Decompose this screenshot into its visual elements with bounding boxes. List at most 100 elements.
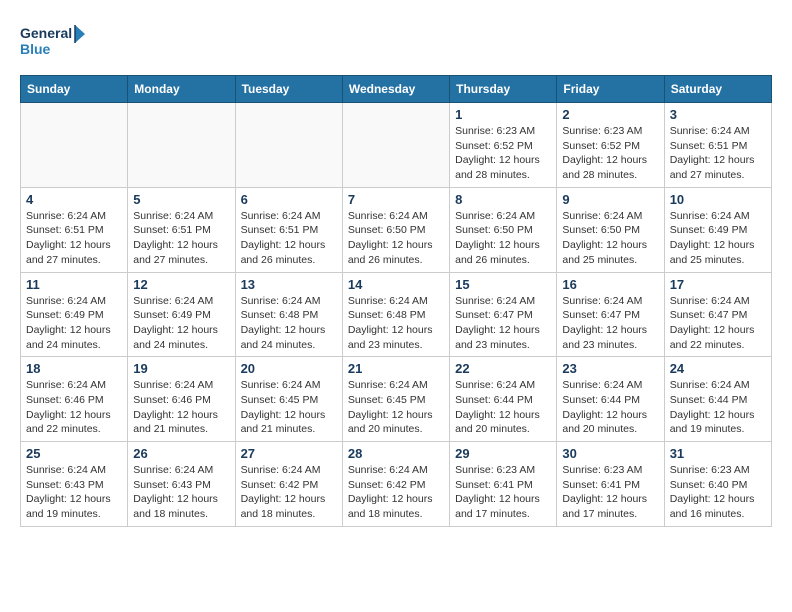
day-number: 23 bbox=[562, 361, 658, 376]
day-info: Sunrise: 6:24 AM Sunset: 6:44 PM Dayligh… bbox=[562, 378, 658, 437]
day-info: Sunrise: 6:23 AM Sunset: 6:41 PM Dayligh… bbox=[455, 463, 551, 522]
day-info: Sunrise: 6:23 AM Sunset: 6:41 PM Dayligh… bbox=[562, 463, 658, 522]
day-number: 21 bbox=[348, 361, 444, 376]
calendar-cell: 16Sunrise: 6:24 AM Sunset: 6:47 PM Dayli… bbox=[557, 272, 664, 357]
week-row-2: 4 Sunrise: 6:24 AM Sunset: 6:51 PM Daylig… bbox=[21, 187, 772, 272]
day-number: 9 bbox=[562, 192, 658, 207]
day-number: 8 bbox=[455, 192, 551, 207]
calendar-cell: 28 Sunrise: 6:24 AM Sunset: 6:42 PM Dayli… bbox=[342, 442, 449, 527]
day-number: 7 bbox=[348, 192, 444, 207]
header-wednesday: Wednesday bbox=[342, 76, 449, 103]
calendar-cell: 6 Sunrise: 6:24 AM Sunset: 6:51 PM Daylig… bbox=[235, 187, 342, 272]
calendar-cell: 12Sunrise: 6:24 AM Sunset: 6:49 PM Dayli… bbox=[128, 272, 235, 357]
calendar-cell: 31 Sunrise: 6:23 AM Sunset: 6:40 PM Dayli… bbox=[664, 442, 771, 527]
calendar-cell bbox=[128, 103, 235, 188]
day-info: Sunrise: 6:24 AM Sunset: 6:49 PM Dayligh… bbox=[26, 294, 122, 353]
day-number: 3 bbox=[670, 107, 766, 122]
day-info: Sunrise: 6:24 AM Sunset: 6:49 PM Dayligh… bbox=[670, 209, 766, 268]
calendar-cell bbox=[21, 103, 128, 188]
calendar-cell: 23 Sunrise: 6:24 AM Sunset: 6:44 PM Dayli… bbox=[557, 357, 664, 442]
calendar-cell bbox=[342, 103, 449, 188]
day-info: Sunrise: 6:24 AM Sunset: 6:43 PM Dayligh… bbox=[133, 463, 229, 522]
day-info: Sunrise: 6:24 AM Sunset: 6:51 PM Dayligh… bbox=[241, 209, 337, 268]
day-number: 30 bbox=[562, 446, 658, 461]
day-info: Sunrise: 6:24 AM Sunset: 6:46 PM Dayligh… bbox=[133, 378, 229, 437]
calendar-cell: 9 Sunrise: 6:24 AM Sunset: 6:50 PM Daylig… bbox=[557, 187, 664, 272]
calendar-cell: 20 Sunrise: 6:24 AM Sunset: 6:45 PM Dayli… bbox=[235, 357, 342, 442]
calendar-cell: 10 Sunrise: 6:24 AM Sunset: 6:49 PM Dayli… bbox=[664, 187, 771, 272]
day-number: 24 bbox=[670, 361, 766, 376]
week-row-4: 18 Sunrise: 6:24 AM Sunset: 6:46 PM Dayli… bbox=[21, 357, 772, 442]
calendar-cell: 8Sunrise: 6:24 AM Sunset: 6:50 PM Daylig… bbox=[450, 187, 557, 272]
week-row-3: 11 Sunrise: 6:24 AM Sunset: 6:49 PM Dayli… bbox=[21, 272, 772, 357]
day-info: Sunrise: 6:24 AM Sunset: 6:48 PM Dayligh… bbox=[348, 294, 444, 353]
day-number: 1 bbox=[455, 107, 551, 122]
day-number: 6 bbox=[241, 192, 337, 207]
calendar-cell: 13 Sunrise: 6:24 AM Sunset: 6:48 PM Dayli… bbox=[235, 272, 342, 357]
calendar-header-row: SundayMondayTuesdayWednesdayThursdayFrid… bbox=[21, 76, 772, 103]
header-tuesday: Tuesday bbox=[235, 76, 342, 103]
calendar-cell: 17 Sunrise: 6:24 AM Sunset: 6:47 PM Dayli… bbox=[664, 272, 771, 357]
day-number: 26 bbox=[133, 446, 229, 461]
calendar-cell bbox=[235, 103, 342, 188]
day-number: 12 bbox=[133, 277, 229, 292]
calendar-cell: 2 Sunrise: 6:23 AM Sunset: 6:52 PM Daylig… bbox=[557, 103, 664, 188]
calendar-cell: 4 Sunrise: 6:24 AM Sunset: 6:51 PM Daylig… bbox=[21, 187, 128, 272]
day-number: 10 bbox=[670, 192, 766, 207]
day-number: 2 bbox=[562, 107, 658, 122]
calendar-cell: 30 Sunrise: 6:23 AM Sunset: 6:41 PM Dayli… bbox=[557, 442, 664, 527]
day-number: 20 bbox=[241, 361, 337, 376]
day-number: 18 bbox=[26, 361, 122, 376]
day-number: 19 bbox=[133, 361, 229, 376]
day-number: 17 bbox=[670, 277, 766, 292]
day-info: Sunrise: 6:24 AM Sunset: 6:46 PM Dayligh… bbox=[26, 378, 122, 437]
day-number: 15 bbox=[455, 277, 551, 292]
calendar-cell: 1 Sunrise: 6:23 AM Sunset: 6:52 PM Daylig… bbox=[450, 103, 557, 188]
header-friday: Friday bbox=[557, 76, 664, 103]
day-number: 28 bbox=[348, 446, 444, 461]
day-info: Sunrise: 6:24 AM Sunset: 6:50 PM Dayligh… bbox=[562, 209, 658, 268]
day-number: 13 bbox=[241, 277, 337, 292]
day-number: 11 bbox=[26, 277, 122, 292]
calendar-cell: 19 Sunrise: 6:24 AM Sunset: 6:46 PM Dayli… bbox=[128, 357, 235, 442]
day-info: Sunrise: 6:23 AM Sunset: 6:40 PM Dayligh… bbox=[670, 463, 766, 522]
day-info: Sunrise: 6:24 AM Sunset: 6:50 PM Dayligh… bbox=[348, 209, 444, 268]
day-info: Sunrise: 6:24 AM Sunset: 6:51 PM Dayligh… bbox=[670, 124, 766, 183]
day-info: Sunrise: 6:24 AM Sunset: 6:45 PM Dayligh… bbox=[241, 378, 337, 437]
calendar-cell: 21Sunrise: 6:24 AM Sunset: 6:45 PM Dayli… bbox=[342, 357, 449, 442]
calendar-cell: 29 Sunrise: 6:23 AM Sunset: 6:41 PM Dayli… bbox=[450, 442, 557, 527]
day-info: Sunrise: 6:24 AM Sunset: 6:47 PM Dayligh… bbox=[670, 294, 766, 353]
day-info: Sunrise: 6:24 AM Sunset: 6:44 PM Dayligh… bbox=[455, 378, 551, 437]
calendar-cell: 22 Sunrise: 6:24 AM Sunset: 6:44 PM Dayli… bbox=[450, 357, 557, 442]
day-number: 22 bbox=[455, 361, 551, 376]
day-info: Sunrise: 6:23 AM Sunset: 6:52 PM Dayligh… bbox=[562, 124, 658, 183]
day-info: Sunrise: 6:24 AM Sunset: 6:42 PM Dayligh… bbox=[348, 463, 444, 522]
calendar-cell: 5 Sunrise: 6:24 AM Sunset: 6:51 PM Daylig… bbox=[128, 187, 235, 272]
day-number: 5 bbox=[133, 192, 229, 207]
header: General Blue bbox=[20, 20, 772, 65]
logo-svg: General Blue bbox=[20, 20, 90, 65]
day-number: 31 bbox=[670, 446, 766, 461]
day-number: 25 bbox=[26, 446, 122, 461]
day-number: 4 bbox=[26, 192, 122, 207]
calendar-cell: 18 Sunrise: 6:24 AM Sunset: 6:46 PM Dayli… bbox=[21, 357, 128, 442]
day-info: Sunrise: 6:24 AM Sunset: 6:44 PM Dayligh… bbox=[670, 378, 766, 437]
calendar-cell: 11 Sunrise: 6:24 AM Sunset: 6:49 PM Dayli… bbox=[21, 272, 128, 357]
calendar-table: SundayMondayTuesdayWednesdayThursdayFrid… bbox=[20, 75, 772, 527]
week-row-1: 1 Sunrise: 6:23 AM Sunset: 6:52 PM Daylig… bbox=[21, 103, 772, 188]
calendar-cell: 7 Sunrise: 6:24 AM Sunset: 6:50 PM Daylig… bbox=[342, 187, 449, 272]
day-info: Sunrise: 6:24 AM Sunset: 6:51 PM Dayligh… bbox=[133, 209, 229, 268]
svg-text:Blue: Blue bbox=[20, 41, 51, 57]
day-info: Sunrise: 6:24 AM Sunset: 6:48 PM Dayligh… bbox=[241, 294, 337, 353]
day-info: Sunrise: 6:23 AM Sunset: 6:52 PM Dayligh… bbox=[455, 124, 551, 183]
day-number: 16 bbox=[562, 277, 658, 292]
day-number: 29 bbox=[455, 446, 551, 461]
day-number: 27 bbox=[241, 446, 337, 461]
svg-text:General: General bbox=[20, 25, 72, 41]
day-info: Sunrise: 6:24 AM Sunset: 6:42 PM Dayligh… bbox=[241, 463, 337, 522]
calendar-cell: 24 Sunrise: 6:24 AM Sunset: 6:44 PM Dayli… bbox=[664, 357, 771, 442]
header-saturday: Saturday bbox=[664, 76, 771, 103]
day-info: Sunrise: 6:24 AM Sunset: 6:51 PM Dayligh… bbox=[26, 209, 122, 268]
calendar-cell: 3 Sunrise: 6:24 AM Sunset: 6:51 PM Daylig… bbox=[664, 103, 771, 188]
logo: General Blue bbox=[20, 20, 90, 65]
